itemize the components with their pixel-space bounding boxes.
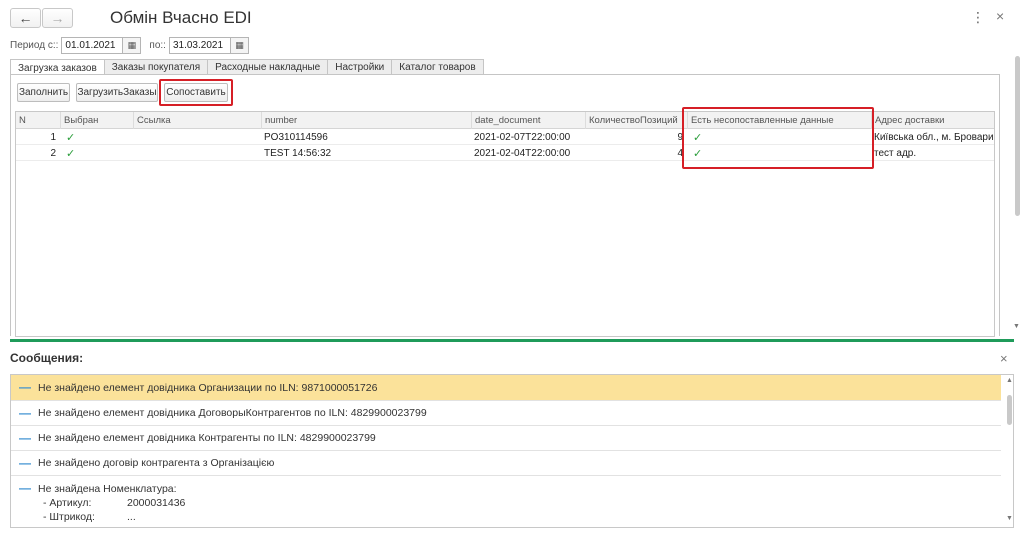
cell-qty: 9 bbox=[677, 131, 683, 143]
cell-address: Київська обл., м. Бровари, bbox=[874, 131, 994, 143]
title-bar: ← → Обмін Вчасно EDI ⋮ × bbox=[0, 0, 1024, 34]
more-icon[interactable]: ⋮ bbox=[971, 9, 985, 26]
dash-icon: — bbox=[19, 481, 31, 495]
cell-link bbox=[133, 145, 261, 161]
scrollbar-thumb[interactable] bbox=[1007, 395, 1012, 425]
calendar-icon[interactable]: ▦ bbox=[230, 36, 249, 54]
arrow-left-icon: ← bbox=[18, 10, 33, 26]
messages-scrollbar[interactable]: ▲ ▼ bbox=[1005, 375, 1013, 527]
message-text: Не знайдено елемент довідника Организаци… bbox=[38, 382, 378, 394]
cell-n: 1 bbox=[50, 131, 56, 143]
column-header-date[interactable]: date_document bbox=[471, 112, 585, 129]
window-title: Обмін Вчасно EDI bbox=[110, 8, 252, 27]
check-icon[interactable]: ✓ bbox=[63, 129, 103, 145]
message-item[interactable]: — Не знайдена Номенклатура: - Артикул: 2… bbox=[11, 476, 1001, 527]
dash-icon: — bbox=[19, 380, 31, 394]
column-header-link[interactable]: Ссылка bbox=[133, 112, 261, 129]
forward-button[interactable]: → bbox=[42, 8, 73, 28]
messages-list: — Не знайдено елемент довідника Организа… bbox=[10, 374, 1014, 528]
cell-number: TEST 14:56:32 bbox=[264, 147, 332, 159]
annotation-highlight-unmatched bbox=[682, 107, 874, 169]
close-icon[interactable]: × bbox=[1000, 351, 1008, 366]
cell-link bbox=[133, 129, 261, 145]
message-item[interactable]: — Не знайдено договір контрагента з Орга… bbox=[11, 451, 1001, 476]
calendar-icon[interactable]: ▦ bbox=[123, 36, 142, 54]
period-row: Период с:: 01.01.2021 ▦ по:: 31.03.2021 … bbox=[10, 36, 249, 54]
period-from-input[interactable]: 01.01.2021 bbox=[61, 36, 124, 54]
message-item[interactable]: — Не знайдено елемент довідника Организа… bbox=[11, 375, 1001, 401]
close-icon[interactable]: × bbox=[996, 8, 1004, 24]
message-text: Не знайдено договір контрагента з Органі… bbox=[38, 457, 275, 469]
detail-value: 2000031436 bbox=[127, 497, 186, 509]
message-text: Не знайдена Номенклатура: bbox=[38, 483, 177, 495]
column-header-address[interactable]: Адрес доставки bbox=[871, 112, 994, 129]
dash-icon: — bbox=[19, 406, 31, 420]
scroll-down-icon[interactable]: ▼ bbox=[1013, 323, 1020, 330]
check-icon[interactable]: ✓ bbox=[63, 145, 103, 161]
scroll-down-icon[interactable]: ▼ bbox=[1006, 515, 1013, 522]
message-item[interactable]: — Не знайдено елемент довідника Контраге… bbox=[11, 426, 1001, 451]
fill-button[interactable]: Заполнить bbox=[17, 83, 70, 102]
tab-product-catalog[interactable]: Каталог товаров bbox=[391, 59, 484, 75]
messages-title: Сообщения: bbox=[10, 351, 84, 365]
cell-n: 2 bbox=[50, 147, 56, 159]
detail-value: ... bbox=[127, 511, 136, 523]
dash-icon: — bbox=[19, 456, 31, 470]
column-header-selected[interactable]: Выбран bbox=[60, 112, 133, 129]
back-button[interactable]: ← bbox=[10, 8, 41, 28]
column-header-qty[interactable]: КоличествоПозиций bbox=[585, 112, 687, 129]
dash-icon: — bbox=[19, 431, 31, 445]
cell-date: 2021-02-04T22:00:00 bbox=[474, 147, 571, 159]
cell-number: PO310114596 bbox=[264, 131, 328, 143]
load-orders-button[interactable]: ЗагрузитьЗаказы bbox=[76, 83, 158, 102]
tab-bar: Загрузка заказов Заказы покупателя Расхо… bbox=[10, 59, 484, 76]
annotation-highlight-match bbox=[159, 79, 233, 106]
arrow-right-icon: → bbox=[50, 10, 65, 26]
detail-label: - Артикул: bbox=[43, 497, 92, 509]
tab-settings[interactable]: Настройки bbox=[327, 59, 393, 75]
period-from-label: Период с:: bbox=[10, 39, 59, 51]
tab-invoices[interactable]: Расходные накладные bbox=[207, 59, 329, 75]
order-import-panel: Заполнить ЗагрузитьЗаказы Сопоставить N … bbox=[10, 74, 1000, 337]
tab-customer-orders[interactable]: Заказы покупателя bbox=[103, 59, 209, 75]
period-to-label: по:: bbox=[149, 39, 166, 51]
column-header-n[interactable]: N bbox=[16, 112, 60, 129]
scrollbar-thumb[interactable] bbox=[1015, 56, 1020, 216]
message-item[interactable]: — Не знайдено елемент довідника Договоры… bbox=[11, 401, 1001, 426]
scroll-up-icon[interactable]: ▲ bbox=[1006, 377, 1013, 384]
message-text: Не знайдено елемент довідника Контрагент… bbox=[38, 432, 376, 444]
cell-address: тест адр. bbox=[874, 147, 917, 159]
detail-label: - Штрикод: bbox=[43, 511, 95, 523]
period-to-input[interactable]: 31.03.2021 bbox=[168, 36, 231, 54]
column-header-number[interactable]: number bbox=[261, 112, 471, 129]
main-scrollbar[interactable]: ▼ bbox=[1013, 48, 1021, 333]
cell-qty: 4 bbox=[677, 147, 683, 159]
splitter-divider[interactable] bbox=[10, 339, 1014, 342]
cell-date: 2021-02-07T22:00:00 bbox=[474, 131, 571, 143]
message-text: Не знайдено елемент довідника ДоговорыКо… bbox=[38, 407, 427, 419]
